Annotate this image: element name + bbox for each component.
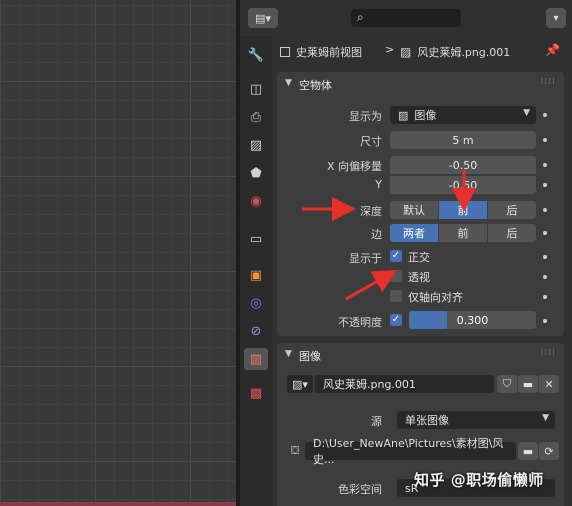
annotation-arrows [302, 170, 476, 301]
arrow-to-perspective [345, 270, 398, 301]
watermark: 知乎 @职场偷懒师 [414, 471, 544, 489]
